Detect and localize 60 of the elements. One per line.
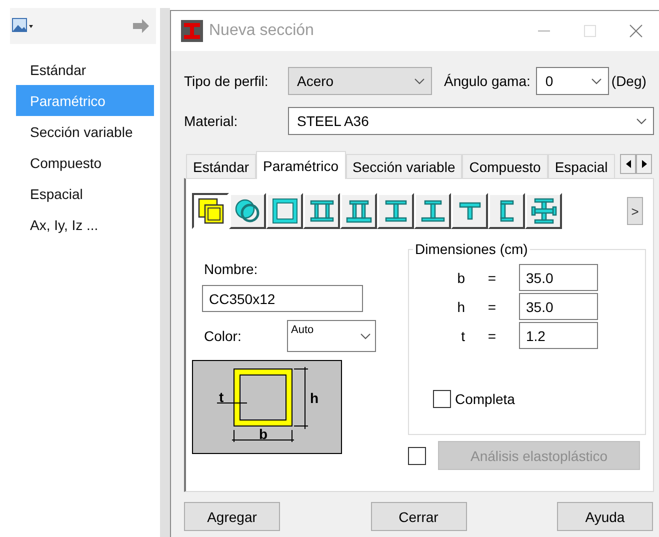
tab[interactable]: Estándar — [186, 154, 256, 178]
dialog-button[interactable]: Cerrar — [370, 502, 466, 531]
field-label: Ángulo gama: — [444, 73, 530, 89]
chevron-down-icon — [414, 78, 425, 84]
dimension-symbol: b — [456, 270, 465, 286]
equals-sign: = — [486, 298, 498, 314]
tab[interactable]: Sección variable — [346, 154, 462, 178]
dialog-button[interactable]: Ayuda — [557, 502, 653, 531]
dimension-symbol: t — [460, 328, 465, 344]
image-dropdown-icon[interactable] — [12, 18, 34, 34]
field-label: Color: — [204, 328, 242, 344]
field-label: Nombre: — [204, 261, 259, 277]
sidebar-item[interactable]: Estándar — [16, 54, 154, 85]
height-label: h — [310, 390, 319, 406]
chevron-down-icon — [636, 118, 647, 124]
thickness-label: t — [219, 389, 224, 405]
unit-label: (Deg) — [611, 73, 646, 89]
tab[interactable]: Compuesto — [462, 154, 548, 178]
name-input[interactable]: CC350x12 — [202, 285, 363, 312]
scroll-left-button[interactable] — [620, 154, 636, 174]
tab[interactable]: Espacial — [548, 154, 615, 178]
window-title: Nueva sección — [209, 22, 315, 40]
sidebar-item[interactable]: Sección variable — [16, 116, 154, 147]
checkbox[interactable] — [433, 390, 451, 408]
scroll-right-button[interactable] — [636, 154, 652, 174]
dimension-input[interactable]: 1.2 — [519, 322, 598, 349]
color-select[interactable]: Auto — [287, 320, 376, 352]
sidebar-item[interactable]: Ax, Iy, Iz ... — [16, 209, 154, 240]
double-circle-section-icon — [234, 197, 262, 225]
chevron-down-icon — [360, 333, 371, 340]
maximize-icon — [584, 25, 596, 37]
sidebar-item[interactable]: Compuesto — [16, 147, 154, 178]
triangle-right-icon — [642, 160, 646, 168]
field-label: Tipo de perfil: — [184, 73, 270, 89]
profile-type-select[interactable]: Acero — [288, 67, 432, 95]
width-label: b — [259, 426, 268, 442]
checkbox-label: Completa — [455, 391, 515, 407]
section-type-button[interactable] — [192, 193, 229, 229]
dimension-symbol: h — [456, 298, 465, 314]
box-section-icon — [270, 197, 298, 225]
more-button[interactable]: > — [627, 197, 643, 225]
close-icon — [629, 24, 643, 38]
field-label: Material: — [184, 113, 239, 129]
dialog-button[interactable]: Agregar — [184, 502, 280, 531]
equals-sign: = — [486, 328, 498, 344]
sidebar-item[interactable]: Espacial — [16, 178, 154, 209]
triangle-left-icon — [626, 160, 630, 168]
tab[interactable]: Paramétrico — [256, 151, 346, 179]
dimension-input[interactable]: 35.0 — [519, 293, 598, 320]
minimize-icon — [538, 30, 550, 32]
i-beam-icon — [181, 20, 203, 42]
equals-sign: = — [486, 270, 498, 286]
double-box-section-icon — [196, 197, 224, 225]
arrow-right-icon[interactable] — [132, 19, 150, 33]
group-title: Dimensiones (cm) — [414, 241, 529, 257]
dimension-input[interactable]: 35.0 — [519, 264, 598, 291]
chevron-down-icon — [591, 78, 602, 84]
cross-section-icon — [530, 197, 558, 225]
gamma-angle-combo[interactable]: 0 — [536, 67, 610, 95]
material-select[interactable]: STEEL A36 — [288, 107, 654, 135]
